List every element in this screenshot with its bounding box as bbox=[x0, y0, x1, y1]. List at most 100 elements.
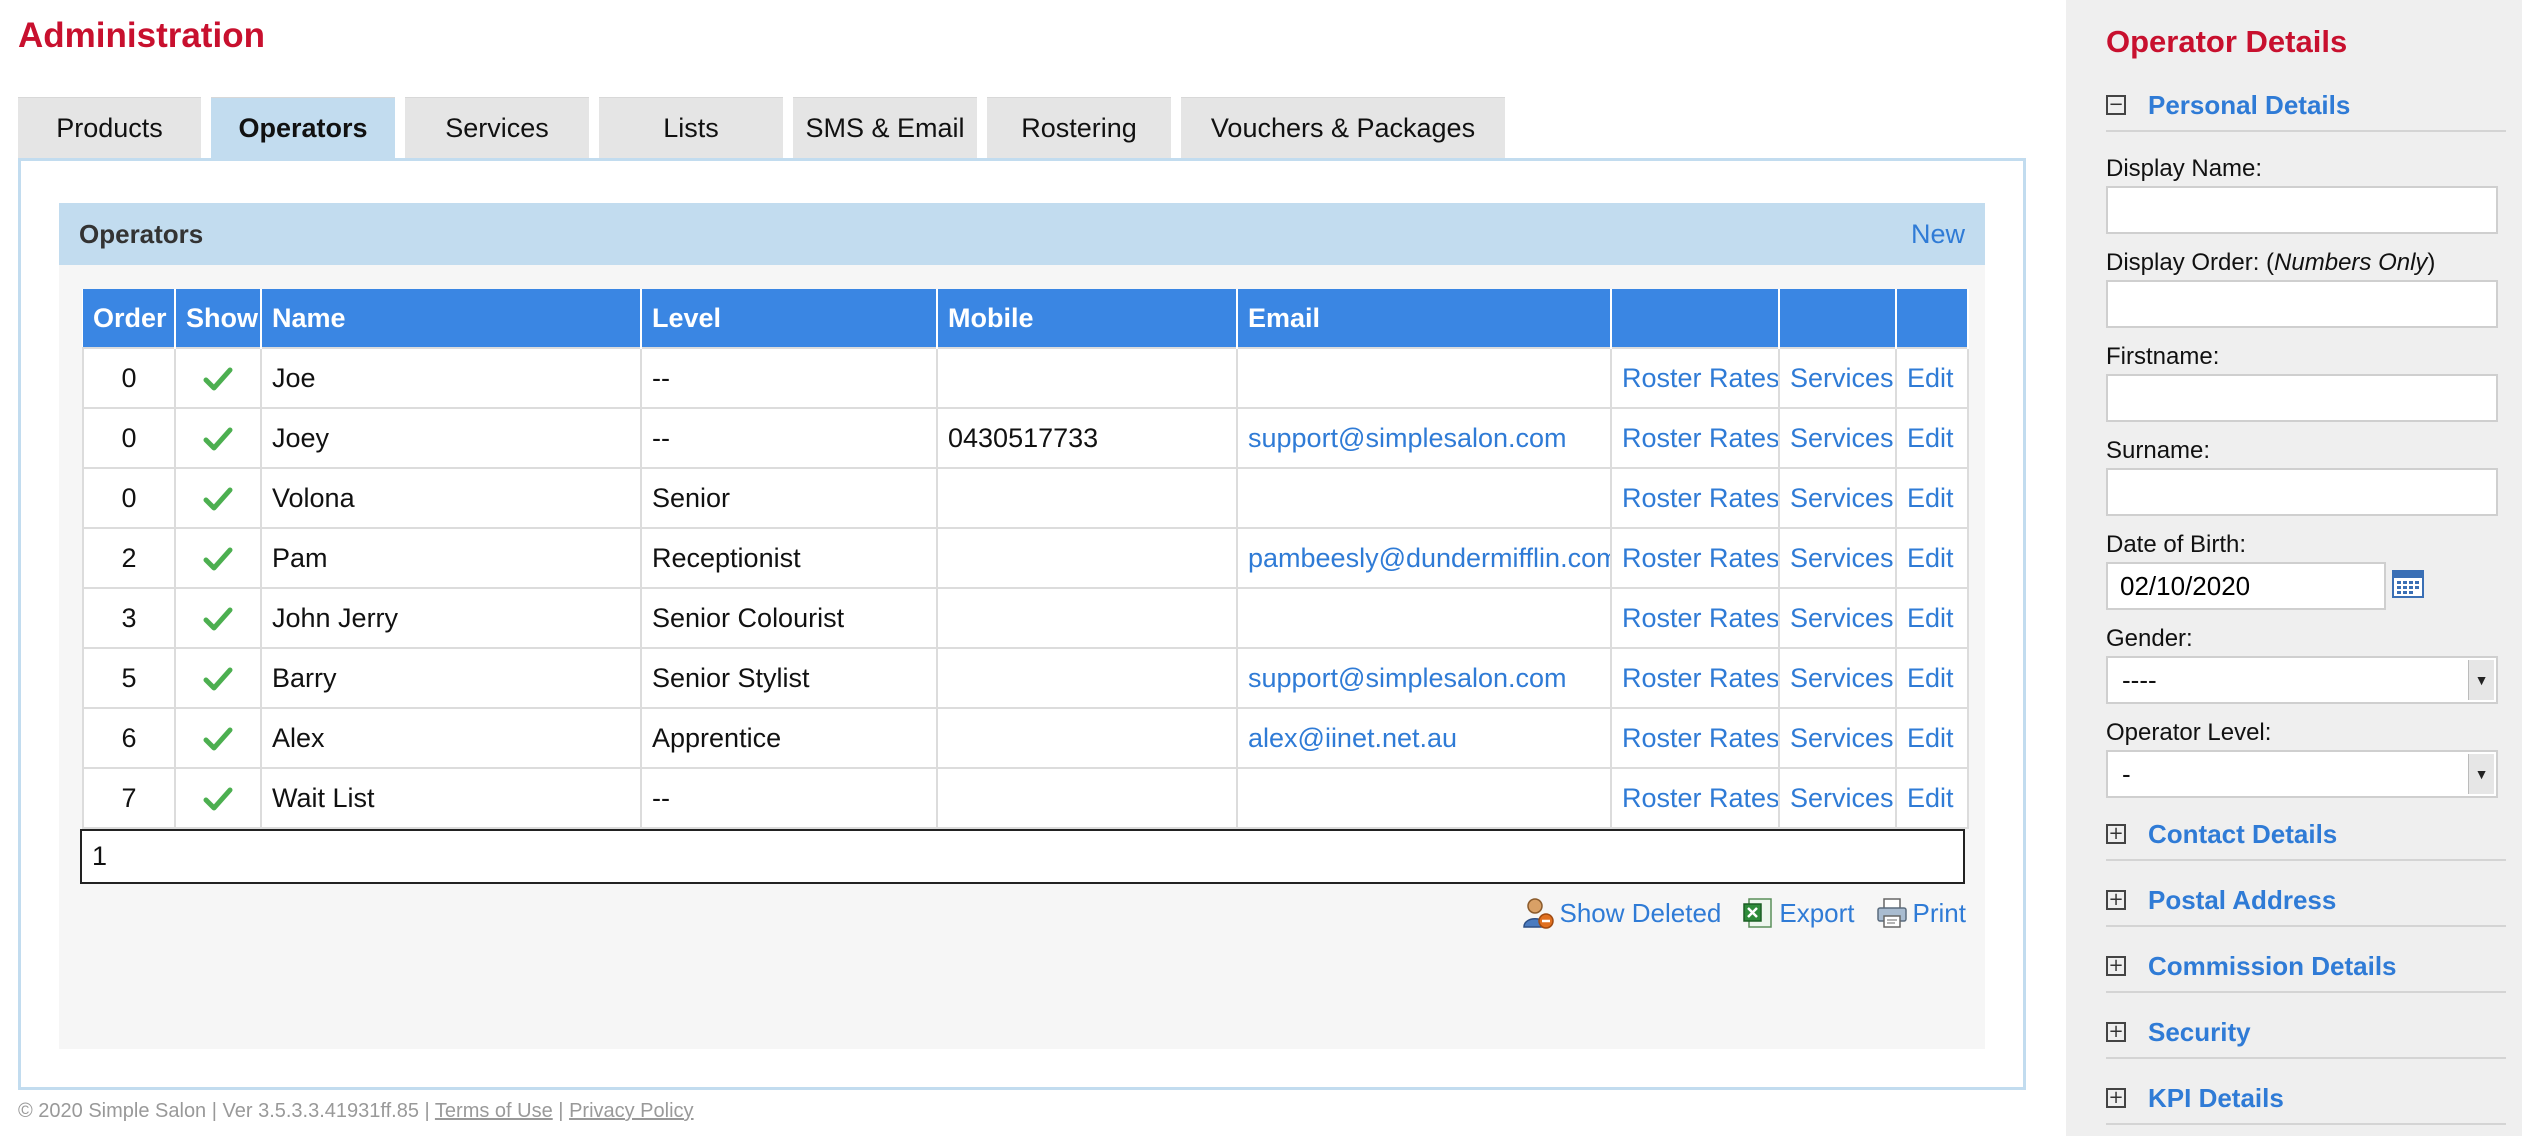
expand-icon[interactable]: + bbox=[2106, 1088, 2126, 1108]
cell-email-link[interactable] bbox=[1236, 347, 1612, 409]
section-postal-address[interactable]: + Postal Address bbox=[2106, 875, 2506, 927]
expand-icon[interactable]: + bbox=[2106, 956, 2126, 976]
section-kpi-details[interactable]: + KPI Details bbox=[2106, 1073, 2506, 1125]
section-personal-details[interactable]: − Personal Details bbox=[2106, 80, 2506, 132]
cell-email-link[interactable]: support@simplesalon.com bbox=[1236, 407, 1612, 469]
tab-vouchers-packages[interactable]: Vouchers & Packages bbox=[1181, 97, 1505, 159]
display-order-input[interactable] bbox=[2106, 280, 2498, 328]
operator-level-select[interactable]: - ▼ bbox=[2106, 750, 2498, 798]
roster-rates-link[interactable]: Roster Rates bbox=[1610, 407, 1780, 469]
edit-link[interactable]: Edit bbox=[1895, 587, 1969, 649]
section-label[interactable]: Postal Address bbox=[2148, 885, 2336, 916]
section-contact-details[interactable]: + Contact Details bbox=[2106, 809, 2506, 861]
page-number[interactable]: 1 bbox=[92, 841, 107, 872]
cell-mobile bbox=[936, 587, 1238, 649]
col-header-show[interactable]: Show bbox=[175, 289, 262, 348]
cell-email-link[interactable]: support@simplesalon.com bbox=[1236, 647, 1612, 709]
edit-link[interactable]: Edit bbox=[1895, 467, 1969, 529]
collapse-icon[interactable]: − bbox=[2106, 95, 2126, 115]
services-link[interactable]: Services bbox=[1778, 527, 1897, 589]
cell-name: Alex bbox=[260, 707, 642, 769]
tab-lists[interactable]: Lists bbox=[599, 97, 783, 159]
terms-of-use-link[interactable]: Terms of Use bbox=[435, 1100, 553, 1122]
section-label[interactable]: Security bbox=[2148, 1017, 2251, 1048]
dropdown-arrow-icon[interactable]: ▼ bbox=[2468, 754, 2494, 794]
cell-level: Receptionist bbox=[640, 527, 938, 589]
privacy-policy-link[interactable]: Privacy Policy bbox=[569, 1100, 693, 1122]
cell-mobile bbox=[936, 767, 1238, 829]
col-header-level[interactable]: Level bbox=[641, 289, 938, 348]
cell-name: Pam bbox=[260, 527, 642, 589]
expand-icon[interactable]: + bbox=[2106, 1022, 2126, 1042]
new-operator-link[interactable]: New bbox=[1911, 219, 1965, 250]
footer-copyright: © 2020 Simple Salon | Ver 3.5.3.3.41931f… bbox=[18, 1100, 430, 1122]
expand-icon[interactable]: + bbox=[2106, 890, 2126, 910]
gender-select[interactable]: ---- ▼ bbox=[2106, 656, 2498, 704]
dropdown-arrow-icon[interactable]: ▼ bbox=[2468, 660, 2494, 700]
roster-rates-link[interactable]: Roster Rates bbox=[1610, 587, 1780, 649]
cell-show bbox=[174, 707, 262, 769]
services-link[interactable]: Services bbox=[1778, 587, 1897, 649]
firstname-input[interactable] bbox=[2106, 374, 2498, 422]
cell-show bbox=[174, 467, 262, 529]
expand-icon[interactable]: + bbox=[2106, 824, 2126, 844]
services-link[interactable]: Services bbox=[1778, 707, 1897, 769]
services-link[interactable]: Services bbox=[1778, 647, 1897, 709]
dob-input[interactable] bbox=[2106, 562, 2386, 610]
display-name-input[interactable] bbox=[2106, 186, 2498, 234]
section-commission-details[interactable]: + Commission Details bbox=[2106, 941, 2506, 993]
edit-link[interactable]: Edit bbox=[1895, 647, 1969, 709]
edit-link[interactable]: Edit bbox=[1895, 707, 1969, 769]
display-name-label: Display Name: bbox=[2106, 155, 2263, 182]
col-header-mobile[interactable]: Mobile bbox=[937, 289, 1238, 348]
cell-email-link[interactable] bbox=[1236, 767, 1612, 829]
services-link[interactable]: Services bbox=[1778, 347, 1897, 409]
section-label[interactable]: Commission Details bbox=[2148, 951, 2397, 982]
cell-level: -- bbox=[640, 347, 938, 409]
roster-rates-link[interactable]: Roster Rates bbox=[1610, 767, 1780, 829]
cell-order: 2 bbox=[82, 527, 176, 589]
table-actions: Show Deleted Export Print bbox=[1521, 896, 1966, 930]
tab-services[interactable]: Services bbox=[405, 97, 589, 159]
section-label[interactable]: Contact Details bbox=[2148, 819, 2337, 850]
roster-rates-link[interactable]: Roster Rates bbox=[1610, 527, 1780, 589]
services-link[interactable]: Services bbox=[1778, 407, 1897, 469]
services-link[interactable]: Services bbox=[1778, 767, 1897, 829]
cell-show bbox=[174, 347, 262, 409]
col-header-order[interactable]: Order bbox=[83, 289, 176, 348]
surname-input[interactable] bbox=[2106, 468, 2498, 516]
col-header-email[interactable]: Email bbox=[1237, 289, 1612, 348]
edit-link[interactable]: Edit bbox=[1895, 347, 1969, 409]
roster-rates-link[interactable]: Roster Rates bbox=[1610, 467, 1780, 529]
show-deleted-button[interactable]: Show Deleted bbox=[1521, 896, 1721, 930]
cell-email-link[interactable] bbox=[1236, 467, 1612, 529]
print-button[interactable]: Print bbox=[1875, 896, 1966, 930]
tab-products[interactable]: Products bbox=[18, 97, 201, 159]
edit-link[interactable]: Edit bbox=[1895, 527, 1969, 589]
table-header-row: Order Show Name Level Mobile Email bbox=[83, 289, 1969, 348]
services-link[interactable]: Services bbox=[1778, 467, 1897, 529]
section-label[interactable]: Personal Details bbox=[2148, 90, 2350, 121]
roster-rates-link[interactable]: Roster Rates bbox=[1610, 647, 1780, 709]
display-order-hint: Numbers Only bbox=[2274, 249, 2428, 276]
export-label: Export bbox=[1779, 897, 1855, 928]
footer-separator: | bbox=[558, 1100, 564, 1122]
section-label[interactable]: KPI Details bbox=[2148, 1083, 2284, 1114]
roster-rates-link[interactable]: Roster Rates bbox=[1610, 347, 1780, 409]
calendar-icon[interactable] bbox=[2392, 568, 2424, 598]
table-row: 6 Alex Apprentice alex@iinet.net.au Rost… bbox=[82, 707, 1969, 769]
roster-rates-link[interactable]: Roster Rates bbox=[1610, 707, 1780, 769]
tab-rostering[interactable]: Rostering bbox=[987, 97, 1171, 159]
tab-operators[interactable]: Operators bbox=[211, 97, 395, 159]
cell-email-link[interactable]: alex@iinet.net.au bbox=[1236, 707, 1612, 769]
table-row: 0 Joe -- Roster Rates Services Edit bbox=[82, 347, 1969, 409]
edit-link[interactable]: Edit bbox=[1895, 767, 1969, 829]
table-row: 5 Barry Senior Stylist support@simplesal… bbox=[82, 647, 1969, 709]
col-header-name[interactable]: Name bbox=[261, 289, 642, 348]
cell-email-link[interactable] bbox=[1236, 587, 1612, 649]
export-button[interactable]: Export bbox=[1741, 896, 1855, 930]
section-security[interactable]: + Security bbox=[2106, 1007, 2506, 1059]
cell-email-link[interactable]: pambeesly@dundermifflin.com bbox=[1236, 527, 1612, 589]
tab-sms-email[interactable]: SMS & Email bbox=[793, 97, 977, 159]
edit-link[interactable]: Edit bbox=[1895, 407, 1969, 469]
